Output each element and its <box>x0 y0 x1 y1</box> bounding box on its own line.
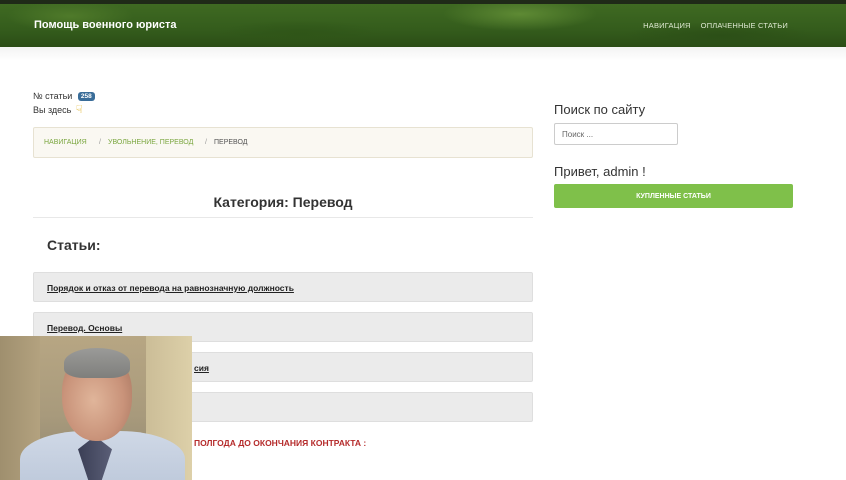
header-shadow <box>0 47 846 61</box>
breadcrumb-separator: / <box>99 139 101 146</box>
breadcrumb-separator: / <box>205 139 207 146</box>
webcam-overlay <box>0 336 192 480</box>
breadcrumb-item-current: ПЕРЕВОД <box>214 139 248 146</box>
article-number-badge: 258 <box>77 92 95 101</box>
divider <box>33 217 533 218</box>
nav-link-paid-articles[interactable]: ОПЛАЧЕННЫЕ СТАТЬИ <box>701 21 788 30</box>
article-number-label: № статьи <box>33 91 73 101</box>
article-item[interactable]: Порядок и отказ от перевода на равнознач… <box>33 272 533 302</box>
article-link[interactable]: сия <box>194 363 209 373</box>
top-nav: НАВИГАЦИЯ ОПЛАЧЕННЫЕ СТАТЬИ <box>643 21 788 30</box>
site-header: Помощь военного юриста НАВИГАЦИЯ ОПЛАЧЕН… <box>0 4 846 47</box>
breadcrumb-item-navigation[interactable]: НАВИГАЦИЯ <box>44 139 87 146</box>
search-title: Поиск по сайту <box>554 102 646 117</box>
you-are-here: Вы здесь ☟ <box>33 103 83 116</box>
you-are-here-label: Вы здесь <box>33 105 72 115</box>
article-number: № статьи 258 <box>33 91 95 101</box>
greeting: Привет, admin ! <box>554 164 646 179</box>
bought-articles-button[interactable]: КУПЛЕННЫЕ СТАТЬИ <box>554 184 793 208</box>
search-input[interactable] <box>554 123 678 145</box>
article-link[interactable]: Порядок и отказ от перевода на равнознач… <box>47 283 294 293</box>
breadcrumb-item-dismissal-transfer[interactable]: УВОЛЬНЕНИЕ, ПЕРЕВОД <box>108 139 193 146</box>
pointing-hand-icon: ☟ <box>75 104 83 116</box>
breadcrumb: НАВИГАЦИЯ / УВОЛЬНЕНИЕ, ПЕРЕВОД / ПЕРЕВО… <box>33 127 533 158</box>
nav-link-navigation[interactable]: НАВИГАЦИЯ <box>643 21 691 30</box>
site-title[interactable]: Помощь военного юриста <box>34 19 176 31</box>
article-link[interactable]: Перевод. Основы <box>47 323 122 333</box>
articles-heading: Статьи: <box>47 237 101 253</box>
contract-note-text: ПОЛГОДА ДО ОКОНЧАНИЯ КОНТРАКТА : <box>194 438 367 448</box>
category-title: Категория: Перевод <box>213 194 353 210</box>
webcam-person-hair <box>64 348 130 378</box>
